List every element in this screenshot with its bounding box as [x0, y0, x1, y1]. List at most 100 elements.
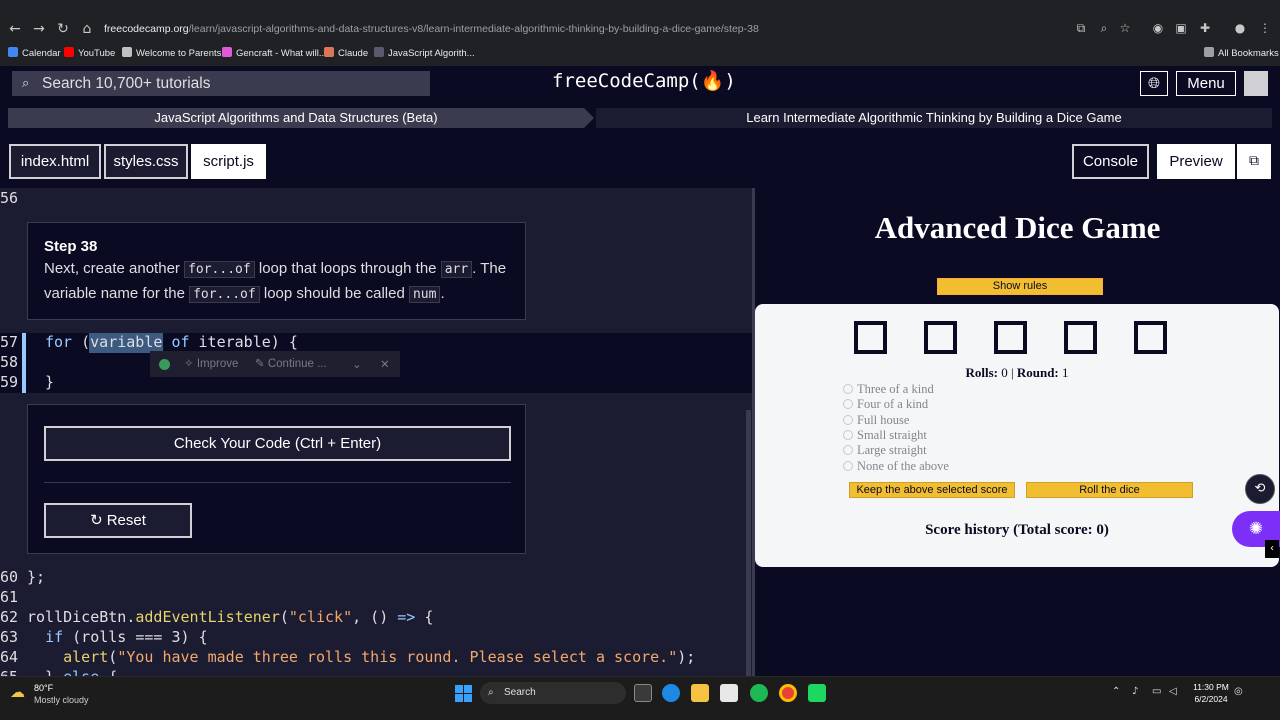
score-option[interactable]: Small straight — [843, 428, 927, 443]
bookmark-gencraft[interactable]: Gencraft - What will... — [222, 47, 327, 61]
breadcrumb-project[interactable]: Learn Intermediate Algorithmic Thinking … — [596, 108, 1272, 128]
code-text[interactable]: } else { — [27, 667, 117, 676]
home-icon[interactable]: ⌂ — [78, 20, 96, 38]
extension-icon[interactable]: ◉ — [1150, 20, 1166, 36]
code-text[interactable]: } — [45, 372, 54, 392]
address-bar[interactable]: freecodecamp.org/learn/javascript-algori… — [104, 14, 1144, 44]
score-option[interactable]: None of the above — [843, 459, 949, 474]
editor-tabbar: index.html styles.css script.js Console … — [0, 136, 1280, 188]
install-icon[interactable]: ⧉ — [1073, 20, 1089, 36]
inline-code: for...of — [184, 261, 255, 278]
rolls-value: 0 — [1001, 365, 1008, 380]
keep-score-button[interactable]: Keep the above selected score — [849, 482, 1015, 498]
tab-index-html[interactable]: index.html — [9, 144, 101, 179]
code-text[interactable]: for (variable of iterable) { — [45, 332, 298, 352]
notification-icon[interactable]: ◎ — [1234, 686, 1243, 697]
close-icon[interactable]: ✕ — [380, 351, 390, 377]
roll-dice-button[interactable]: Roll the dice — [1026, 482, 1193, 498]
action-panel: Check Your Code (Ctrl + Enter) ↻ Reset — [27, 404, 526, 554]
score-option[interactable]: Three of a kind — [843, 382, 934, 397]
breadcrumb-course[interactable]: JavaScript Algorithms and Data Structure… — [8, 108, 584, 128]
extension-icon-2[interactable]: ▣ — [1173, 20, 1189, 36]
score-option[interactable]: Full house — [843, 413, 909, 428]
clock-date[interactable]: 6/2/2024 — [1190, 694, 1232, 704]
network-icon[interactable]: ▭ — [1152, 686, 1161, 697]
zoom-icon[interactable]: ⌕ — [1096, 20, 1112, 36]
windows-start-icon[interactable] — [455, 685, 472, 702]
show-rules-button[interactable]: Show rules — [937, 278, 1103, 295]
code-text[interactable]: alert("You have made three rolls this ro… — [27, 647, 695, 667]
all-bookmarks[interactable]: All Bookmarks — [1204, 47, 1279, 61]
kebab-menu-icon[interactable]: ⋮ — [1257, 20, 1273, 36]
code-text[interactable]: }; — [27, 567, 45, 587]
code-text[interactable]: rollDiceBtn.addEventListener("click", ()… — [27, 607, 433, 627]
taskbar-search-label: Search — [504, 687, 536, 698]
option-label: Full house — [857, 413, 910, 427]
reset-button[interactable]: ↻ Reset — [44, 503, 192, 538]
improve-button[interactable]: ✧ Improve — [184, 351, 238, 377]
weather-desc: Mostly cloudy — [34, 695, 89, 705]
chrome-icon[interactable] — [779, 684, 797, 702]
status-dot-icon — [159, 359, 170, 370]
preview-button[interactable]: Preview — [1157, 144, 1235, 179]
radio-button[interactable] — [843, 399, 853, 409]
radio-button[interactable] — [843, 461, 853, 471]
game-title: Advanced Dice Game — [874, 210, 1161, 245]
radio-button[interactable] — [843, 384, 853, 394]
microphone-icon[interactable]: ♪ — [1132, 686, 1138, 697]
collapse-icon[interactable]: ‹ — [1265, 540, 1279, 558]
language-globe-icon[interactable]: 🌐︎ — [1140, 71, 1168, 96]
app-icon[interactable] — [808, 684, 826, 702]
star-icon[interactable]: ☆ — [1117, 20, 1133, 36]
bookmark-claude[interactable]: Claude — [324, 47, 368, 61]
line-number: 62 — [0, 608, 19, 626]
task-view-icon[interactable] — [634, 684, 652, 702]
forward-icon[interactable]: → — [30, 20, 48, 38]
bookmark-label: YouTube — [78, 48, 116, 59]
score-option[interactable]: Large straight — [843, 443, 927, 458]
taskbar-search[interactable]: ⌕ Search — [480, 682, 626, 704]
menu-button[interactable]: Menu — [1176, 71, 1236, 96]
fcc-icon — [374, 47, 384, 57]
search-icon: ⌕ — [22, 76, 30, 91]
bookmark-youtube[interactable]: YouTube — [64, 47, 115, 61]
breadcrumb-separator — [584, 108, 594, 128]
fcc-logo[interactable]: freeCodeCamp(🔥) — [552, 69, 736, 92]
tab-script-js[interactable]: script.js — [191, 144, 266, 179]
file-explorer-icon[interactable] — [691, 684, 709, 702]
back-icon[interactable]: ← — [6, 20, 24, 38]
weather-cloud-icon[interactable]: ☁ — [10, 683, 32, 701]
score-option[interactable]: Four of a kind — [843, 397, 928, 412]
bookmark-label: Claude — [338, 48, 369, 59]
bookmark-javascript[interactable]: JavaScript Algorith... — [374, 47, 475, 61]
search-input[interactable]: ⌕ Search 10,700+ tutorials — [12, 71, 430, 96]
clock-time[interactable]: 11:30 PM — [1190, 682, 1232, 692]
volume-icon[interactable]: ◁ — [1169, 686, 1177, 697]
chevron-down-icon[interactable]: ⌄ — [352, 351, 362, 377]
editor-scrollbar[interactable] — [746, 410, 751, 676]
store-icon[interactable] — [720, 684, 738, 702]
extensions-puzzle-icon[interactable]: ✚ — [1197, 20, 1213, 36]
radio-button[interactable] — [843, 415, 853, 425]
code-text[interactable]: if (rolls === 3) { — [27, 627, 208, 647]
ai-suggestion-toolbar: ✧ Improve ✎ Continue ... ⌄ ✕ — [150, 351, 400, 377]
code-editor[interactable]: 56 Step 38 Next, create another for...of… — [0, 188, 752, 676]
bookmark-calendar[interactable]: Calendar — [8, 47, 61, 61]
console-button[interactable]: Console — [1072, 144, 1149, 179]
tray-chevron-icon[interactable]: ⌃ — [1112, 686, 1120, 697]
reload-icon[interactable]: ↻ — [54, 20, 72, 38]
line-number: 61 — [0, 588, 19, 606]
popout-preview-icon[interactable]: ⧉ — [1235, 144, 1271, 179]
radio-button[interactable] — [843, 445, 853, 455]
line-number: 65 — [0, 667, 24, 676]
check-code-button[interactable]: Check Your Code (Ctrl + Enter) — [44, 426, 511, 461]
translate-icon[interactable]: ⟲ — [1245, 474, 1275, 504]
continue-button[interactable]: ✎ Continue ... — [255, 351, 327, 377]
bookmark-parents[interactable]: Welcome to Parents... — [122, 47, 229, 61]
avatar[interactable] — [1244, 71, 1268, 96]
edge-icon[interactable] — [662, 684, 680, 702]
radio-button[interactable] — [843, 430, 853, 440]
profile-icon[interactable]: ● — [1232, 20, 1248, 36]
spotify-icon[interactable] — [750, 684, 768, 702]
tab-styles-css[interactable]: styles.css — [104, 144, 188, 179]
